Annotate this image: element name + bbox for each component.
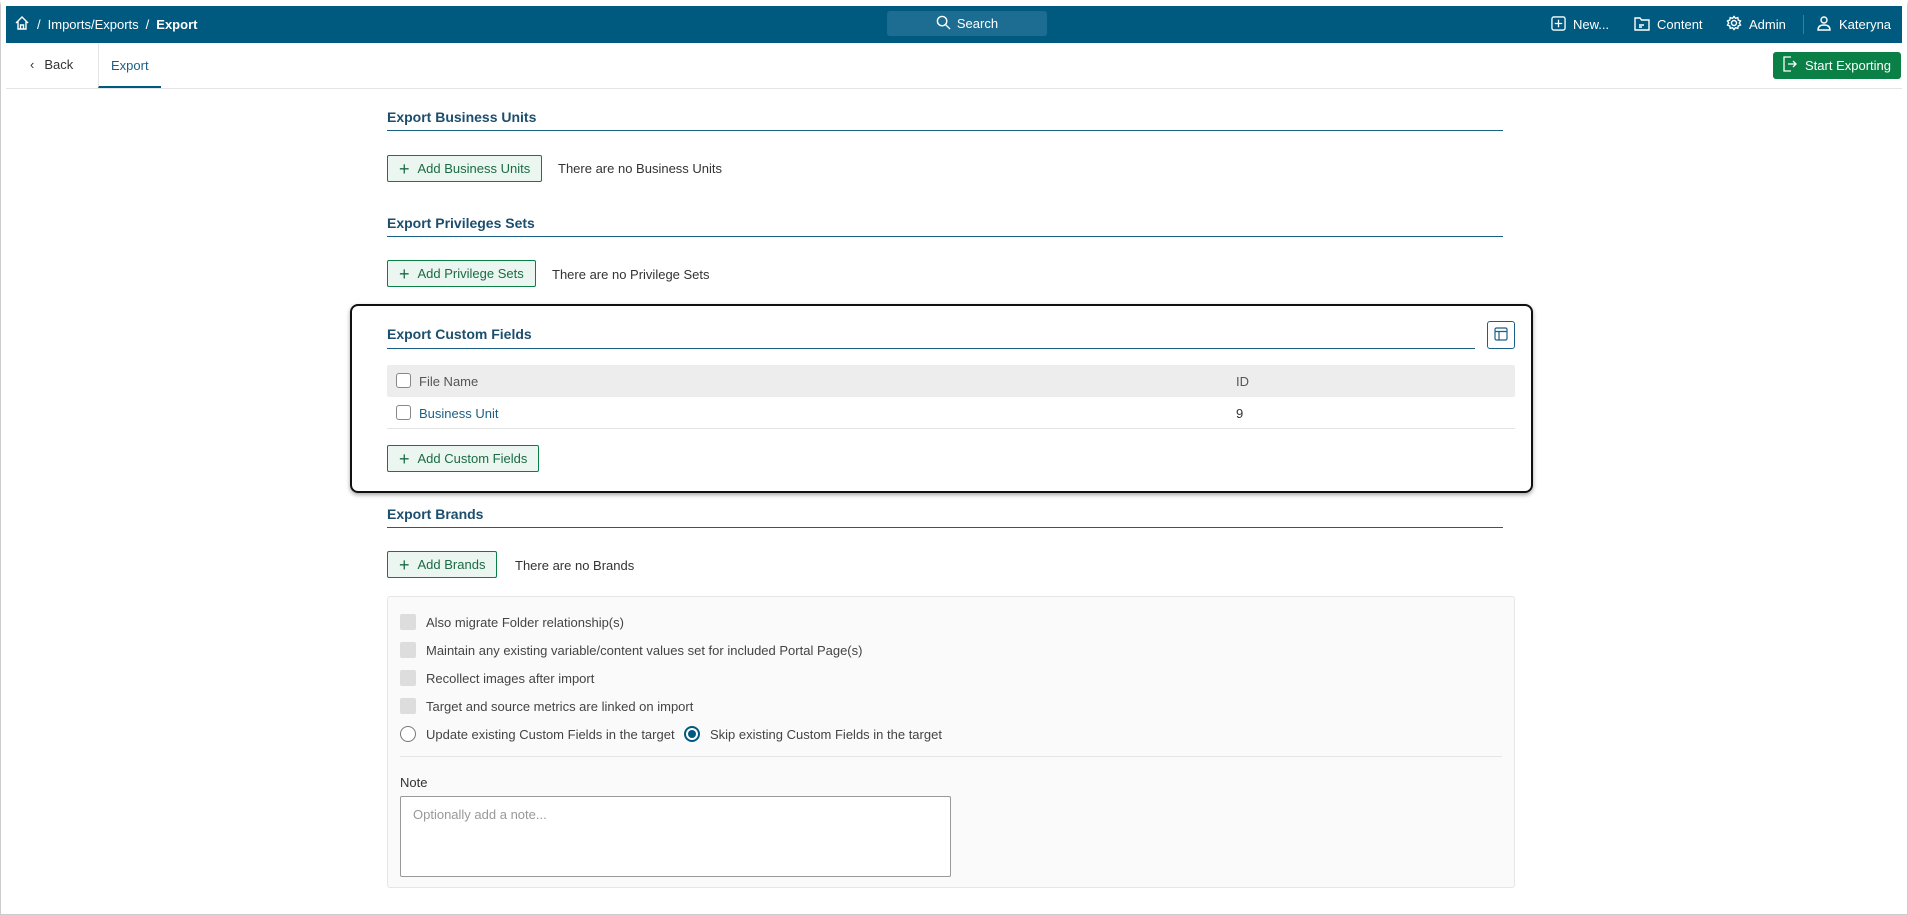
select-all-checkbox[interactable]: [396, 373, 411, 388]
sub-navigation: ‹ Back Export: [6, 43, 1902, 89]
new-button[interactable]: New...: [1551, 6, 1609, 43]
column-header-id: ID: [1236, 374, 1249, 389]
add-custom-fields-button[interactable]: + Add Custom Fields: [387, 445, 540, 472]
option-link-metrics: Target and source metrics are linked on …: [400, 698, 693, 714]
divider: [387, 348, 1475, 349]
empty-message: There are no Privilege Sets: [552, 267, 710, 282]
disabled-checkbox: [400, 614, 416, 630]
row-file-name[interactable]: Business Unit: [419, 406, 498, 421]
section-title-brands: Export Brands: [387, 506, 484, 522]
user-icon: [1816, 15, 1832, 34]
table-row: Business Unit 9: [387, 397, 1515, 429]
section-title-business-units: Export Business Units: [387, 109, 537, 125]
add-business-units-button[interactable]: + Add Business Units: [387, 155, 543, 182]
column-header-file-name: File Name: [419, 374, 479, 389]
divider: [400, 756, 1502, 757]
radio-update-existing[interactable]: Update existing Custom Fields in the tar…: [400, 726, 675, 742]
plus-icon: +: [399, 448, 410, 469]
divider: [387, 130, 1503, 131]
home-icon[interactable]: [14, 15, 30, 34]
disabled-checkbox: [400, 642, 416, 658]
admin-button[interactable]: Admin: [1726, 6, 1786, 43]
option-migrate-folders: Also migrate Folder relationship(s): [400, 614, 624, 630]
export-icon: [1782, 56, 1797, 75]
back-button[interactable]: ‹ Back: [30, 57, 73, 72]
folder-icon: [1634, 16, 1650, 34]
empty-message: There are no Brands: [515, 558, 635, 573]
plus-icon: +: [399, 554, 410, 575]
user-menu[interactable]: Kateryna: [1816, 6, 1891, 43]
row-checkbox[interactable]: [396, 405, 411, 420]
chevron-left-icon: ‹: [30, 57, 35, 72]
column-settings-button[interactable]: [1487, 321, 1515, 349]
section-title-custom-fields: Export Custom Fields: [387, 326, 532, 342]
content-button[interactable]: Content: [1634, 6, 1703, 43]
gear-icon: [1726, 15, 1742, 34]
table-layout-icon: [1494, 326, 1508, 344]
search-button[interactable]: Search: [887, 11, 1047, 36]
plus-square-icon: [1551, 15, 1566, 34]
row-id: 9: [1236, 406, 1244, 421]
radio-button[interactable]: [400, 726, 416, 742]
search-label: Search: [956, 16, 999, 31]
top-bar: / Imports/Exports / Export Search New...…: [6, 6, 1902, 43]
divider: [387, 527, 1503, 528]
section-title-privileges: Export Privileges Sets: [387, 215, 535, 231]
divider: [387, 236, 1503, 237]
add-privilege-sets-button[interactable]: + Add Privilege Sets: [387, 260, 536, 287]
disabled-checkbox: [400, 670, 416, 686]
note-textarea[interactable]: [400, 796, 951, 877]
breadcrumb-current: Export: [156, 17, 198, 32]
search-icon: [936, 15, 951, 33]
option-maintain-values: Maintain any existing variable/content v…: [400, 642, 862, 658]
plus-icon: +: [399, 263, 410, 284]
plus-icon: +: [399, 158, 410, 179]
breadcrumb-imports-exports[interactable]: Imports/Exports: [48, 17, 139, 32]
disabled-checkbox: [400, 698, 416, 714]
table-header: File Name ID: [387, 365, 1515, 397]
tab-export[interactable]: Export: [98, 43, 161, 88]
start-exporting-button[interactable]: Start Exporting: [1773, 52, 1901, 79]
radio-skip-existing[interactable]: Skip existing Custom Fields in the targe…: [684, 726, 942, 742]
breadcrumb: / Imports/Exports / Export: [14, 6, 197, 43]
add-brands-button[interactable]: + Add Brands: [387, 551, 498, 578]
empty-message: There are no Business Units: [558, 161, 723, 176]
option-recollect-images: Recollect images after import: [400, 670, 594, 686]
radio-button-selected[interactable]: [684, 726, 700, 742]
note-label: Note: [400, 775, 428, 790]
divider: [1803, 15, 1804, 34]
